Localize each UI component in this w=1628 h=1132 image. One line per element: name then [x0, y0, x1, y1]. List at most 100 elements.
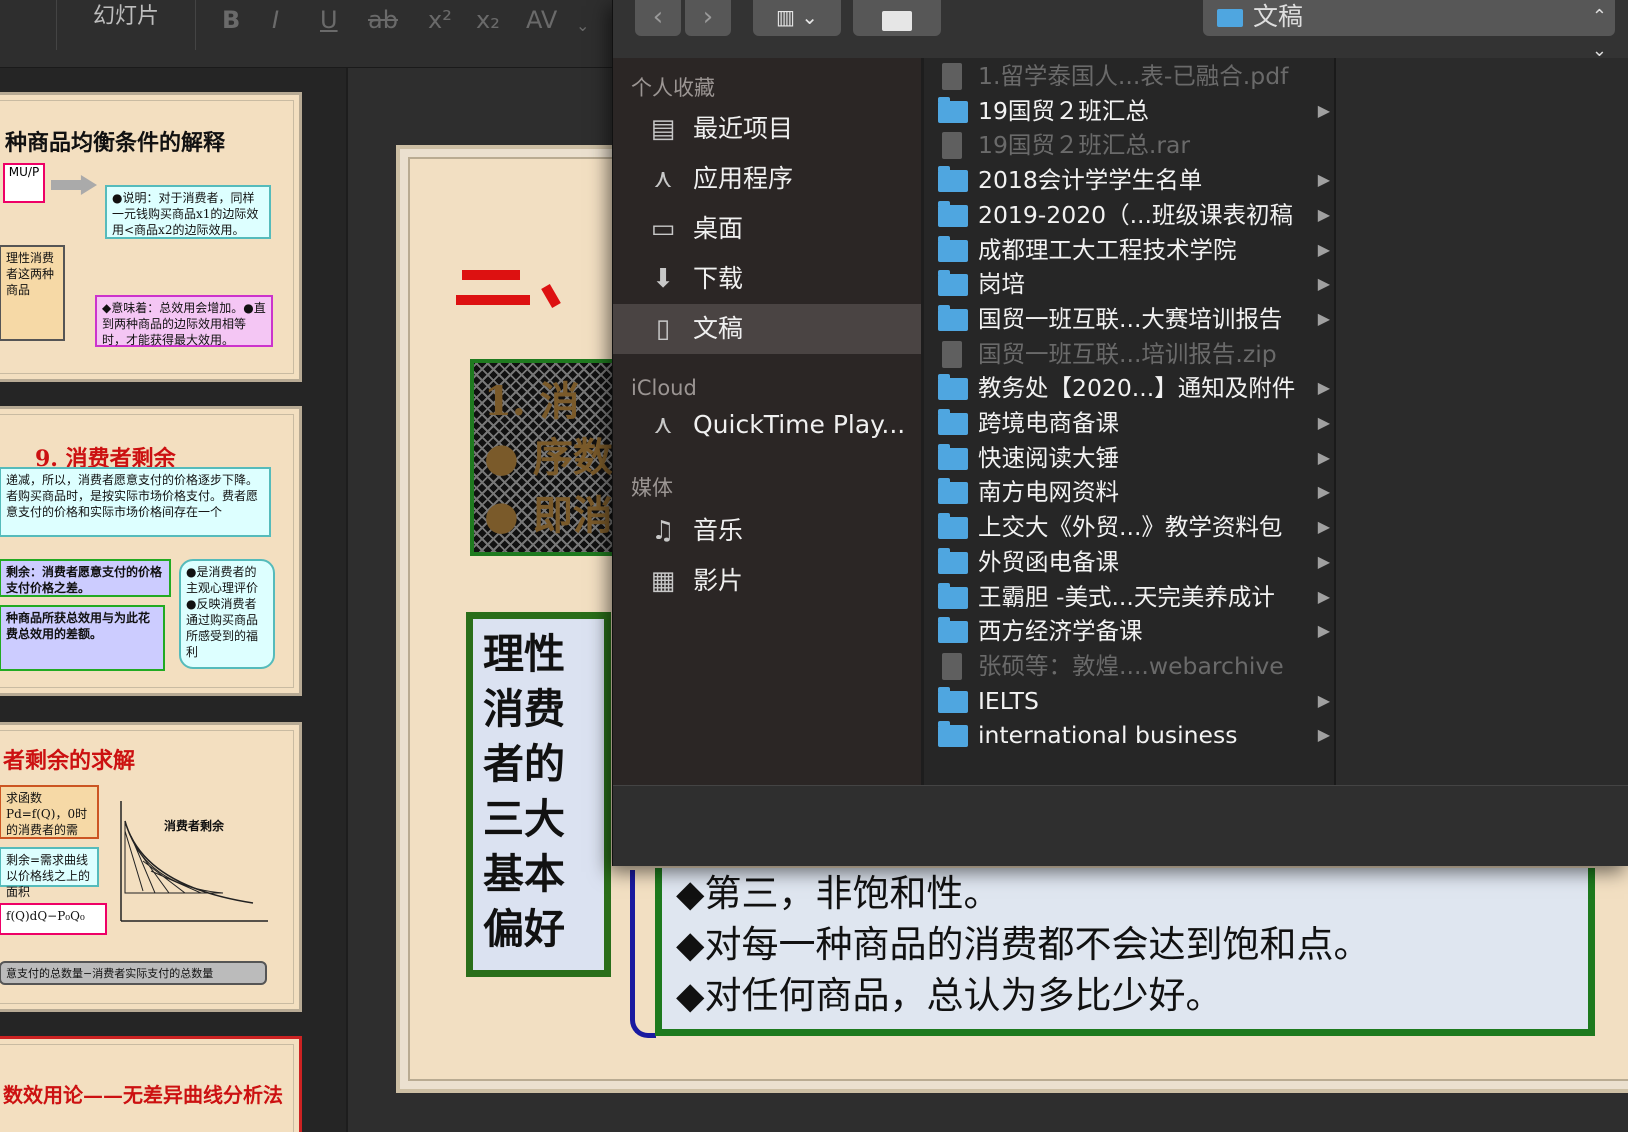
chart-label: 消费者剩余 [164, 819, 225, 833]
bullet-line: ◆对每一种商品的消费都不会达到饱和点。 [676, 923, 1371, 966]
folder-icon [938, 721, 968, 748]
character-spacing-button[interactable]: AV [526, 6, 557, 34]
location-popup[interactable]: 文稿 ⌃ ⌄ [1203, 0, 1615, 61]
sidebar-header-favorites: 个人收藏 [631, 76, 715, 100]
screen: 幻灯片 B I U ab x² x₂ AV ⌄ 种商品均衡条件的解释 MU/P … [0, 0, 1628, 1132]
disclosure-arrow-icon: ▶ [1317, 586, 1330, 606]
sidebar-item-desktop[interactable]: ▭ 桌面 [613, 204, 921, 254]
thumbnail-box: 剩余=需求曲线以价格线之上的面积 [0, 847, 99, 899]
italic-button[interactable]: I [272, 6, 279, 34]
folder-row[interactable]: 西方经济学备课 ▶ [924, 613, 1334, 649]
disclosure-arrow-icon: ▶ [1317, 447, 1330, 467]
file-name: 上交大《外贸...》教学资料包 [978, 513, 1283, 542]
folder-row[interactable]: 岗培 ▶ [924, 266, 1334, 302]
slide-thumbnail-3[interactable]: 者剩余的求解 求函数Pd=f(Q)，0时的消费者的需 剩余=需求曲线以价格线之上… [0, 722, 302, 1012]
sidebar-item-label: 应用程序 [693, 164, 794, 193]
sidebar-header-icloud: iCloud [631, 376, 697, 400]
columns-view-icon: ▥ ⌄ [775, 5, 818, 29]
forward-button[interactable]: › [685, 0, 731, 36]
file-name: IELTS [978, 686, 1039, 715]
folder-row[interactable]: 2019-2020（...班级课表初稿 ▶ [924, 197, 1334, 233]
sidebar-item-label: 文稿 [693, 314, 744, 343]
file-name: 跨境电商备课 [978, 409, 1119, 437]
pattern-line: ● 序数 [484, 434, 613, 481]
thumbnail-box: ●说明：对于消费者，同样一元钱购买商品x1的边际效用<商品x2的边际效用。 [105, 185, 271, 239]
sidebar-item-movies[interactable]: ▦ 影片 [613, 556, 921, 606]
thumbnail-title: 种商品均衡条件的解释 [5, 130, 226, 156]
superscript-button[interactable]: x² [428, 6, 452, 34]
folder-row[interactable]: 跨境电商备课 ▶ [924, 405, 1334, 441]
file-row: 国贸一班互联...培训报告.zip [924, 336, 1334, 372]
folder-row[interactable]: 成都理工大工程技术学院 ▶ [924, 232, 1334, 268]
folder-row[interactable]: 教务处【2020...】通知及附件 ▶ [924, 370, 1334, 406]
file-row: 张硕等：敦煌....webarchive [924, 648, 1334, 684]
file-row: 1.留学泰国人...表-已融合.pdf [924, 58, 1334, 94]
folder-row[interactable]: 国贸一班互联...大赛培训报告 ▶ [924, 301, 1334, 337]
file-name: 南方电网资料 [978, 478, 1119, 507]
folder-icon [938, 374, 968, 401]
view-mode-button[interactable]: ▥ ⌄ [753, 0, 841, 36]
file-name: 2018会计学学生名单 [978, 166, 1203, 195]
underline-button[interactable]: U [320, 6, 338, 34]
subscript-button[interactable]: x₂ [476, 6, 500, 34]
document-icon [942, 340, 962, 368]
folder-icon [1217, 9, 1243, 27]
disclosure-arrow-icon: ▶ [1317, 413, 1330, 432]
disclosure-arrow-icon: ▶ [1317, 621, 1330, 641]
folder-row[interactable]: 外贸函电备课 ▶ [924, 544, 1334, 580]
new-folder-button[interactable] [853, 0, 941, 36]
file-name: 1.留学泰国人...表-已融合.pdf [978, 62, 1289, 90]
folder-row[interactable]: 王霸胆 -美式...天完美养成计 ▶ [924, 579, 1334, 615]
folder-row[interactable]: 19国贸２班汇总 ▶ [924, 93, 1334, 129]
consumer-surplus-chart [120, 801, 268, 922]
bold-button[interactable]: B [222, 6, 240, 34]
slide-thumbnail-1[interactable]: 种商品均衡条件的解释 MU/P ●说明：对于消费者，同样一元钱购买商品x1的边际… [0, 92, 302, 382]
slide-thumbnail-4[interactable]: 数效用论——无差异曲线分析法 [0, 1036, 302, 1132]
file-row: 19国贸２班汇总.rar [924, 127, 1334, 163]
sidebar-item-recents[interactable]: ▤ 最近项目 [613, 104, 921, 154]
file-name: 外贸函电备课 [978, 547, 1119, 576]
folder-row[interactable]: 快速阅读大锤 ▶ [924, 440, 1334, 476]
documents-icon: ▯ [655, 314, 671, 344]
document-icon [942, 652, 962, 680]
disclosure-arrow-icon: ▶ [1317, 378, 1330, 398]
file-name: international business [978, 721, 1238, 750]
file-name: 国贸一班互联...培训报告.zip [978, 339, 1277, 368]
pattern-textbox[interactable]: 1. 消 ● 序数 ● 即消 [470, 359, 630, 556]
folder-icon [938, 582, 968, 609]
chevron-right-icon: › [702, 2, 714, 32]
slide-thumbnail-2[interactable]: 9. 消费者剩余 递减，所以，消费者愿意支付的价格逐步下降。者购买商品时，是按实… [0, 406, 302, 696]
applications-icon: ⋏ [653, 164, 673, 194]
formula-box: MU/P [3, 163, 45, 203]
sidebar-item-quicktime[interactable]: ⋏ QuickTime Play... [613, 400, 921, 450]
folder-row[interactable]: 南方电网资料 ▶ [924, 474, 1334, 510]
file-name: 岗培 [978, 270, 1025, 299]
folder-icon [938, 478, 968, 505]
folder-row[interactable]: international business ▶ [924, 717, 1334, 753]
folder-icon [938, 270, 968, 297]
sidebar-item-label: 音乐 [693, 516, 744, 545]
folder-row[interactable]: 上交大《外贸...》教学资料包 ▶ [924, 509, 1334, 545]
sidebar-item-documents[interactable]: ▯ 文稿 [613, 304, 921, 354]
sidebar-item-music[interactable]: ♫ 音乐 [613, 506, 921, 556]
file-name: 成都理工大工程技术学院 [978, 235, 1237, 264]
bullet-textbox[interactable]: ◆第三，非饱和性。 ◆对每一种商品的消费都不会达到饱和点。 ◆对任何商品，总认为… [655, 868, 1595, 1036]
back-button[interactable]: ‹ [635, 0, 681, 36]
desktop-icon: ▭ [650, 214, 676, 244]
sidebar-item-applications[interactable]: ⋏ 应用程序 [613, 154, 921, 204]
vertical-title-box[interactable]: 理性消费者的三大基本偏好 [466, 612, 611, 977]
quicktime-icon: ⋏ [653, 410, 673, 440]
thumbnail-title: 者剩余的求解 [3, 748, 136, 774]
heading-glyph [462, 270, 520, 280]
tab-slides[interactable]: 幻灯片 [56, 0, 196, 50]
document-icon [942, 132, 962, 160]
strikethrough-button[interactable]: ab [368, 6, 398, 34]
folder-row[interactable]: IELTS ▶ [924, 683, 1334, 719]
ppt-toolbar: 幻灯片 B I U ab x² x₂ AV ⌄ [0, 0, 640, 68]
sidebar-item-downloads[interactable]: ⬇ 下载 [613, 254, 921, 304]
arrow-icon [51, 175, 97, 195]
folder-row[interactable]: 2018会计学学生名单 ▶ [924, 162, 1334, 198]
thumbnail-box: f(Q)dQ−P₀Q₀ [0, 903, 107, 935]
music-icon: ♫ [651, 516, 675, 546]
chevron-down-icon[interactable]: ⌄ [576, 16, 589, 35]
